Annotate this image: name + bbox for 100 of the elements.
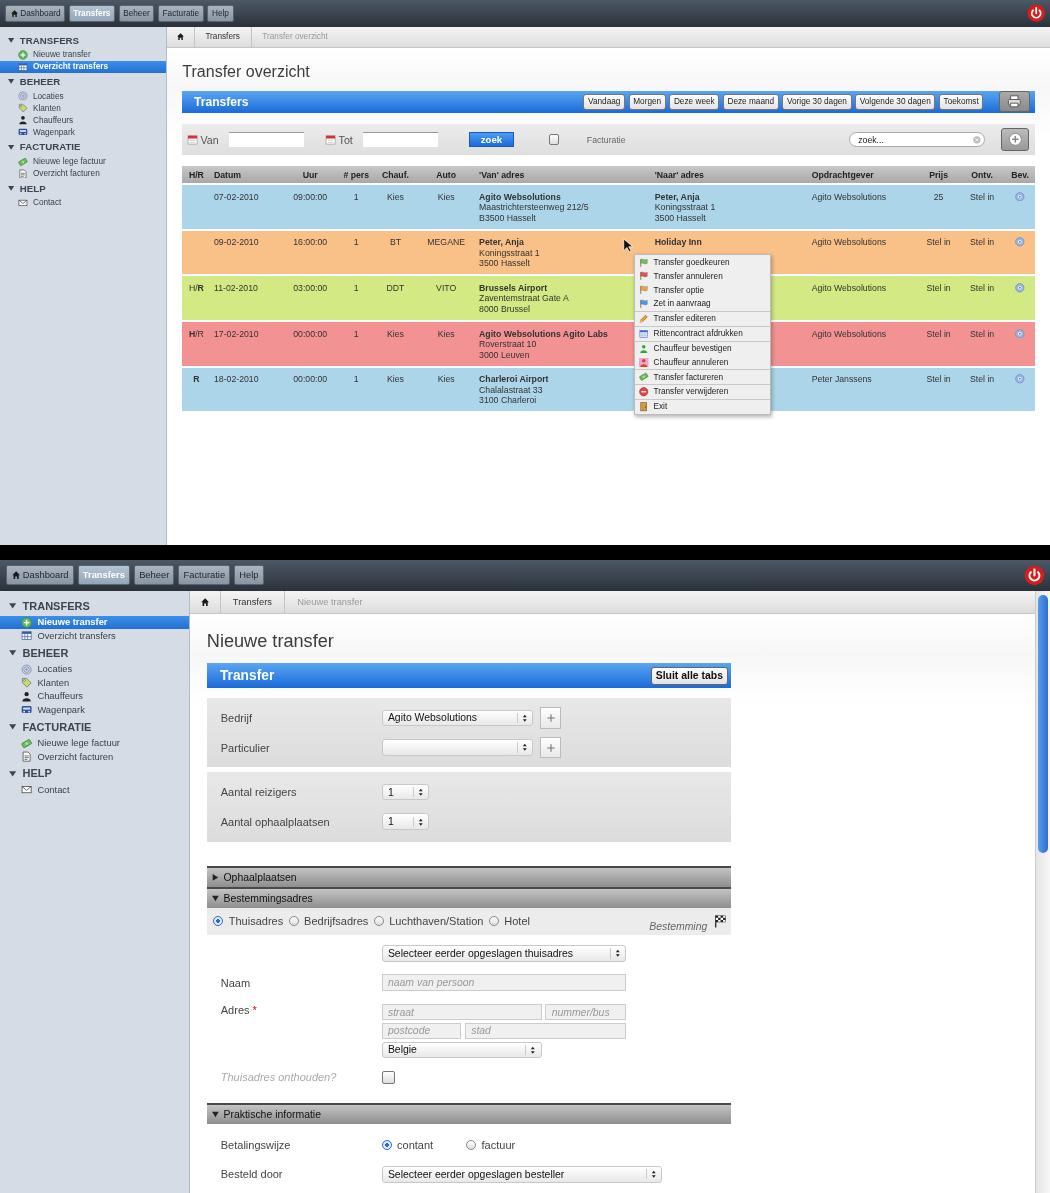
sidebar-item[interactable]: Klanten bbox=[0, 102, 167, 115]
column-header[interactable]: H/R bbox=[182, 166, 211, 185]
dropdown[interactable]: 1 bbox=[381, 783, 429, 801]
dropdown[interactable]: Belgie bbox=[381, 1041, 542, 1059]
date-range-button[interactable]: Vorige 30 dagen bbox=[782, 93, 852, 110]
column-header[interactable]: Datum bbox=[210, 166, 283, 185]
checkbox[interactable] bbox=[548, 134, 559, 145]
sidebar-item[interactable]: Locaties bbox=[0, 662, 189, 676]
home-icon[interactable] bbox=[176, 32, 186, 42]
nav-tab[interactable]: Dashboard bbox=[5, 565, 74, 586]
column-header[interactable]: Chauf. bbox=[374, 166, 417, 185]
column-header[interactable]: # pers bbox=[338, 166, 375, 185]
date-range-button[interactable]: Deze maand bbox=[722, 93, 779, 110]
column-header[interactable]: 'Van' adres bbox=[475, 166, 652, 185]
sidebar-item[interactable]: Nieuwe lege factuur bbox=[0, 736, 189, 750]
dropdown[interactable]: Selecteer eerder opgeslagen besteller bbox=[381, 1165, 662, 1183]
sidebar-item[interactable]: Overzicht transfers bbox=[0, 629, 189, 643]
calendar-icon[interactable] bbox=[325, 133, 337, 146]
column-header[interactable]: 'Naar' adres bbox=[651, 166, 809, 185]
address-type-radio[interactable]: Luchthaven/Station bbox=[373, 915, 484, 928]
nav-tab[interactable]: Facturatie bbox=[178, 565, 231, 586]
caret-icon[interactable] bbox=[7, 768, 18, 779]
text-field[interactable]: nummer/bus bbox=[545, 1003, 626, 1021]
sidebar-item[interactable]: Klanten bbox=[0, 675, 189, 690]
menu-item[interactable]: Transfer editeren bbox=[635, 311, 771, 326]
home-icon[interactable] bbox=[200, 596, 211, 608]
column-header[interactable]: Uur bbox=[282, 166, 339, 185]
date-range-button[interactable]: Volgende 30 dagen bbox=[855, 93, 936, 110]
dropdown[interactable]: Agito Websolutions bbox=[381, 709, 534, 727]
nav-tab[interactable]: Help bbox=[207, 4, 234, 23]
text-field[interactable]: straat bbox=[381, 1003, 542, 1021]
menu-item[interactable]: Transfer goedkeuren bbox=[635, 255, 771, 270]
table-row[interactable]: 07-02-2010 09:00:00 1 Kies Kies Agito Websolutions Maastrichtersteenweg 212/5 B3500 Hasselt Peter, Anja Koningsstraat 1 3500 Hasselt Agito Websolutions 25 Stel in bbox=[182, 184, 1035, 230]
sidebar-item[interactable]: Nieuwe transfer bbox=[0, 615, 189, 630]
sidebar-item[interactable]: Chauffeurs bbox=[0, 114, 167, 127]
section-toggle[interactable]: Ophaalplaatsen bbox=[206, 865, 732, 887]
sidebar-item[interactable]: Locaties bbox=[0, 90, 167, 103]
date-range-button[interactable]: Deze week bbox=[669, 93, 720, 110]
sidebar-item[interactable]: Contact bbox=[0, 783, 189, 797]
sidebar-item[interactable]: Overzicht facturen bbox=[0, 749, 189, 764]
date-field[interactable] bbox=[229, 132, 304, 147]
menu-item[interactable]: Chauffeur bevestigen bbox=[635, 341, 771, 356]
power-icon[interactable] bbox=[1026, 4, 1046, 23]
sidebar-item[interactable]: Wagenpark bbox=[0, 703, 189, 717]
sidebar-item[interactable]: Nieuwe transfer bbox=[0, 48, 167, 61]
power-icon[interactable] bbox=[1023, 564, 1045, 586]
sidebar-item[interactable]: Chauffeurs bbox=[0, 689, 189, 704]
caret-icon[interactable] bbox=[7, 647, 18, 658]
nav-tab[interactable]: Dashboard bbox=[4, 4, 66, 23]
nav-tab[interactable]: Beheer bbox=[118, 4, 155, 23]
date-field[interactable] bbox=[363, 132, 439, 147]
search-button[interactable]: zoek bbox=[469, 131, 514, 148]
calendar-icon[interactable] bbox=[187, 133, 199, 146]
caret-icon[interactable] bbox=[6, 77, 15, 86]
address-type-radio[interactable]: Thuisadres bbox=[213, 915, 284, 928]
text-field[interactable]: postcode bbox=[381, 1022, 462, 1040]
column-header[interactable]: Bev. bbox=[1005, 166, 1035, 185]
section-toggle[interactable]: Praktische informatie bbox=[206, 1102, 732, 1124]
date-range-button[interactable]: Vandaag bbox=[583, 93, 626, 110]
nav-tab[interactable]: Help bbox=[234, 565, 264, 586]
scrollbar[interactable] bbox=[1035, 590, 1050, 1193]
dropdown[interactable]: 1 bbox=[381, 813, 429, 831]
text-field[interactable]: naam van persoon bbox=[381, 974, 627, 992]
caret-icon[interactable] bbox=[6, 36, 15, 45]
nav-tab[interactable]: Facturatie bbox=[157, 4, 204, 23]
menu-item[interactable]: Rittencontract afdrukken bbox=[635, 326, 771, 341]
payment-radio[interactable]: contant bbox=[381, 1139, 434, 1152]
caret-icon[interactable] bbox=[6, 184, 15, 193]
sidebar-item[interactable]: Overzicht transfers bbox=[0, 60, 167, 73]
text-field[interactable]: stad bbox=[464, 1022, 626, 1040]
address-type-radio[interactable]: Hotel bbox=[488, 915, 530, 928]
status-icon[interactable] bbox=[1015, 328, 1025, 339]
close-all-tabs-button[interactable]: Sluit alle tabs bbox=[650, 666, 729, 685]
section-toggle[interactable]: Bestemmingsadres bbox=[206, 886, 732, 908]
column-header[interactable]: Auto bbox=[416, 166, 476, 185]
breadcrumb-link[interactable]: Transfers bbox=[193, 27, 251, 47]
sidebar-item[interactable]: Contact bbox=[0, 196, 167, 209]
sidebar-item[interactable]: Overzicht facturen bbox=[0, 167, 167, 180]
add-button[interactable] bbox=[1001, 128, 1030, 151]
date-range-button[interactable]: Toekomst bbox=[938, 93, 984, 110]
column-header[interactable]: Prijs bbox=[918, 166, 960, 185]
menu-item[interactable]: Zet in aanvraag bbox=[635, 296, 771, 311]
menu-item[interactable]: Transfer optie bbox=[635, 283, 771, 297]
menu-item[interactable]: Transfer factureren bbox=[635, 370, 771, 385]
address-type-radio[interactable]: Bedrijfsadres bbox=[288, 915, 369, 928]
date-range-button[interactable]: Morgen bbox=[628, 93, 666, 110]
column-header[interactable]: Opdrachtgever bbox=[808, 166, 919, 185]
print-button[interactable] bbox=[999, 91, 1031, 113]
menu-item[interactable]: Transfer verwijderen bbox=[635, 385, 771, 399]
dropdown[interactable]: Selecteer eerder opgeslagen thuisadres bbox=[381, 944, 627, 962]
search-field[interactable]: zoek... bbox=[849, 132, 986, 148]
caret-icon[interactable] bbox=[6, 142, 15, 151]
menu-item[interactable]: Exit bbox=[635, 399, 771, 414]
checkbox[interactable] bbox=[381, 1070, 395, 1084]
column-header[interactable]: Ontv. bbox=[959, 166, 1006, 185]
breadcrumb-link[interactable]: Transfers bbox=[219, 590, 285, 614]
nav-tab[interactable]: Beheer bbox=[133, 565, 175, 586]
payment-radio[interactable]: factuur bbox=[466, 1139, 516, 1152]
caret-icon[interactable] bbox=[7, 600, 18, 611]
sidebar-item[interactable]: Nieuwe lege factuur bbox=[0, 155, 167, 168]
